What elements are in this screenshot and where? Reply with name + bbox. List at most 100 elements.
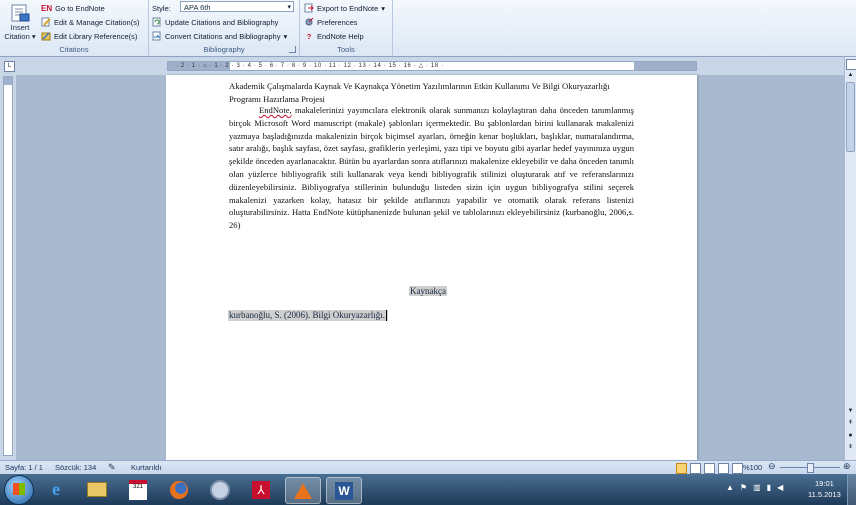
system-tray: ▲ ⚑ ▥ ▮ ◀ [726, 483, 783, 492]
volume-icon[interactable]: ◀ [777, 483, 783, 492]
style-select[interactable]: APA 6th ▾ [180, 1, 294, 12]
show-desktop-button[interactable] [847, 474, 856, 505]
tray-expand-icon[interactable]: ▲ [726, 483, 734, 492]
en-badge: EN [41, 3, 53, 13]
ruler-view-icon[interactable] [846, 59, 856, 70]
app-icon [210, 479, 230, 500]
ruler-numbers: · 2 · 1 · ⌂ · 1 · 2 · 3 · 4 · 5 · 6 · 7 … [176, 63, 444, 69]
taskbar-word[interactable]: W [326, 477, 362, 504]
page-count[interactable]: Sayfa: 1 / 1 [5, 463, 43, 472]
preferences-icon [305, 17, 314, 26]
dialog-launcher-icon[interactable] [289, 46, 296, 53]
taskbar-app[interactable] [203, 477, 237, 502]
print-layout-icon[interactable] [676, 463, 687, 474]
tools-group: Export to EndNote ▾ Preferences ? EndNot… [300, 0, 393, 56]
zoom-slider[interactable] [780, 463, 840, 473]
convert-label: Convert Citations and Bibliography [165, 31, 281, 41]
endnote-help-button[interactable]: ? EndNote Help [304, 30, 364, 42]
export-label: Export to EndNote [317, 3, 379, 13]
preferences-label: Preferences [317, 17, 358, 27]
taskbar-app2[interactable] [285, 477, 321, 504]
edit-library-references-button[interactable]: Edit Library Reference(s) [41, 30, 137, 42]
preferences-button[interactable]: Preferences [304, 16, 357, 28]
horizontal-ruler[interactable]: · 2 · 1 · ⌂ · 1 · 2 · 3 · 4 · 5 · 6 · 7 … [167, 61, 697, 71]
start-button[interactable] [4, 475, 34, 505]
style-row: Style: [152, 2, 171, 14]
vertical-ruler[interactable] [3, 76, 13, 456]
reference-text: kurbanoğlu, S. (2006). Bilgi Okuryazarlı… [229, 310, 385, 320]
next-page-icon[interactable]: ⇟ [846, 443, 855, 452]
firefox-icon [170, 480, 188, 499]
scroll-up-arrow-icon[interactable]: ▲ [846, 71, 855, 80]
acrobat-icon: ⅄ [252, 480, 270, 499]
convert-citations-icon [152, 31, 161, 41]
status-bar: Sayfa: 1 / 1 Sözcük: 134 ✎ Kurtarıldı %1… [0, 460, 856, 475]
scroll-thumb[interactable] [846, 82, 855, 152]
word-count[interactable]: Sözcük: 134 [55, 463, 96, 472]
taskbar: e 321 ⅄ W ▲ ⚑ ▥ ▮ ◀ 19:01 11.5.2013 [0, 474, 856, 505]
taskbar-calendar[interactable]: 321 [121, 477, 155, 502]
citations-group-label: Citations [59, 45, 89, 54]
outline-icon[interactable] [718, 463, 729, 474]
endnote-word: EndNote, [259, 105, 292, 115]
taskbar-explorer[interactable] [80, 477, 114, 502]
signal-icon[interactable]: ▮ [767, 483, 771, 492]
document-paragraph: EndNote, makalelerinizi yayımcılara elek… [229, 104, 634, 232]
proofing-icon[interactable]: ✎ [108, 462, 116, 473]
clock-date: 11.5.2013 [808, 490, 841, 499]
edit-library-icon [41, 32, 51, 41]
bibliography-group: Style: APA 6th ▾ Update Citations and Bi… [149, 0, 300, 56]
taskbar-ie[interactable]: e [39, 477, 73, 502]
help-label: EndNote Help [317, 31, 364, 41]
reference-entry: kurbanoğlu, S. (2006). Bilgi Okuryazarlı… [228, 310, 388, 322]
ruler-toggle-button[interactable]: L [4, 61, 15, 72]
edit-manage-label: Edit & Manage Citation(s) [54, 17, 140, 27]
convert-citations-button[interactable]: Convert Citations and Bibliography ▾ [152, 30, 287, 42]
network-icon[interactable]: ▥ [753, 483, 761, 492]
browse-object-icon[interactable]: ● [846, 431, 855, 440]
scroll-down-arrow-icon[interactable]: ▼ [846, 407, 855, 416]
export-to-endnote-button[interactable]: Export to EndNote ▾ [304, 2, 385, 14]
zoom-level[interactable]: %100 [743, 463, 762, 472]
web-layout-icon[interactable] [704, 463, 715, 474]
insert-citation-button[interactable]: Insert Citation ▾ [3, 3, 37, 45]
chevron-down-icon: ▾ [381, 3, 386, 13]
chevron-down-icon: ▾ [287, 4, 291, 11]
text-cursor [385, 310, 387, 322]
edit-manage-citations-button[interactable]: Edit & Manage Citation(s) [41, 16, 139, 28]
zoom-in-icon[interactable]: ⊕ [843, 461, 851, 472]
update-citations-icon [152, 17, 161, 27]
clock[interactable]: 19:01 11.5.2013 [808, 478, 841, 500]
ribbon: Insert Citation ▾ EN Go to EndNote Edit … [0, 0, 856, 57]
windows-logo-icon [13, 483, 25, 495]
citations-group: Insert Citation ▾ EN Go to EndNote Edit … [0, 0, 149, 56]
go-to-endnote-label: Go to EndNote [55, 3, 105, 13]
export-icon [304, 3, 314, 13]
taskbar-firefox[interactable] [162, 477, 196, 502]
update-citations-button[interactable]: Update Citations and Bibliography [152, 16, 278, 28]
tools-group-label: Tools [337, 45, 355, 54]
recovery-status: Kurtarıldı [131, 463, 162, 472]
insert-label-2: Citation ▾ [4, 32, 36, 41]
triangle-app-icon [294, 482, 312, 499]
help-icon: ? [306, 31, 312, 41]
prev-page-icon[interactable]: ⇞ [846, 419, 855, 428]
flag-icon[interactable]: ⚑ [740, 483, 747, 492]
internet-explorer-icon: e [52, 479, 60, 499]
word-icon: W [335, 481, 353, 500]
style-label: Style: [152, 3, 171, 13]
zoom-out-icon[interactable]: ⊖ [768, 461, 776, 472]
vruler-top-margin [4, 77, 12, 85]
zoom-slider-thumb[interactable] [807, 463, 814, 473]
full-screen-reading-icon[interactable] [690, 463, 701, 474]
style-value: APA 6th [184, 3, 211, 12]
vertical-scrollbar[interactable]: ▲ ▼ ⇞ ● ⇟ [844, 57, 856, 460]
clock-time: 19:01 [815, 479, 834, 488]
document-title: Akademik Çalışmalarda Kaynak Ve Kaynakça… [229, 81, 610, 104]
taskbar-acrobat[interactable]: ⅄ [244, 477, 278, 502]
chevron-down-icon: ▾ [283, 31, 288, 41]
go-to-endnote-button[interactable]: EN Go to EndNote [41, 2, 105, 14]
insert-label-1: Insert [10, 23, 30, 32]
edit-library-label: Edit Library Reference(s) [54, 31, 138, 41]
draft-icon[interactable] [732, 463, 743, 474]
